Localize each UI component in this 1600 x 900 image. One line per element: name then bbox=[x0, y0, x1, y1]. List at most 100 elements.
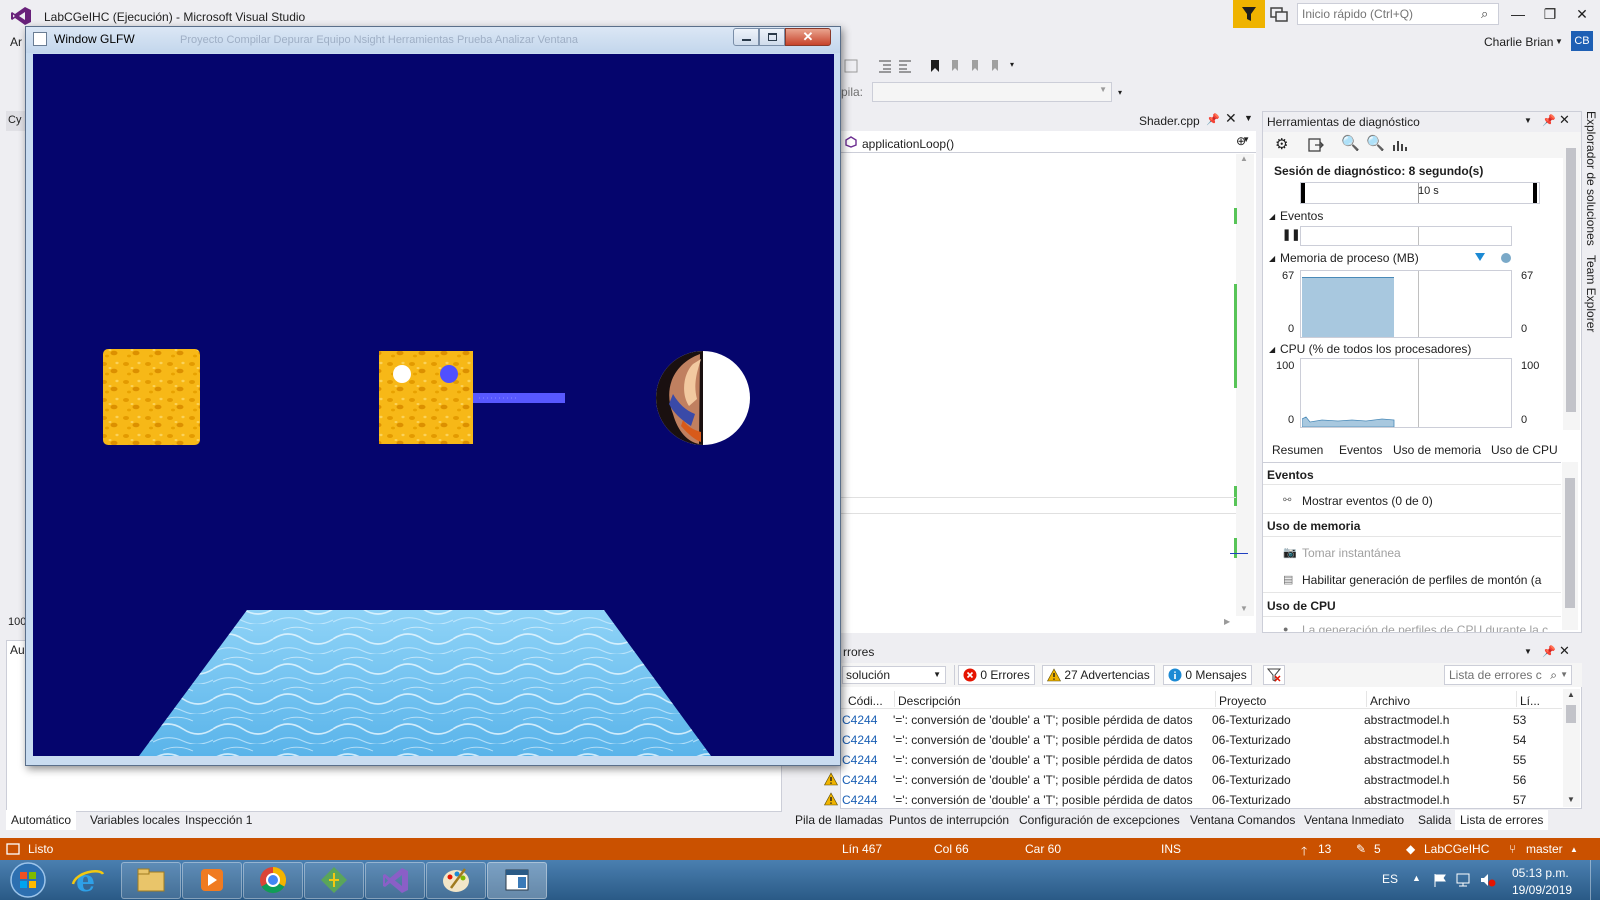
collapse-icon[interactable]: ◢ bbox=[1269, 345, 1275, 354]
zoom-level[interactable]: 100 bbox=[8, 616, 26, 628]
bookmark-prev-icon[interactable] bbox=[946, 57, 964, 75]
tab-summary[interactable]: Resumen bbox=[1267, 440, 1329, 460]
toolbar-overflow-icon[interactable]: ▾ bbox=[1118, 88, 1122, 97]
error-list-search[interactable]: Lista de errores c ⌕ ▼ bbox=[1444, 665, 1572, 685]
quick-launch-box[interactable]: ⌕ bbox=[1297, 3, 1499, 25]
solution-explorer-tab[interactable]: Explorador de soluciones bbox=[1582, 111, 1600, 251]
tab-command-window[interactable]: Ventana Comandos bbox=[1185, 810, 1300, 830]
opengl-canvas[interactable] bbox=[33, 54, 834, 756]
editor-tab-label[interactable]: Shader.cpp bbox=[1139, 114, 1200, 128]
tab-breakpoints[interactable]: Puntos de interrupción bbox=[884, 810, 1014, 830]
column-header-file[interactable]: Archivo bbox=[1370, 694, 1410, 708]
diagnostics-scrollbar[interactable] bbox=[1563, 134, 1580, 430]
tab-events[interactable]: Eventos bbox=[1334, 440, 1387, 460]
tab-output[interactable]: Salida bbox=[1413, 810, 1456, 830]
close-button[interactable]: ✕ bbox=[1567, 4, 1597, 24]
show-events-link[interactable]: Mostrar eventos (0 de 0) bbox=[1302, 494, 1433, 508]
close-icon[interactable]: ✕ bbox=[1559, 112, 1570, 128]
memory-graph[interactable] bbox=[1300, 270, 1512, 338]
glfw-minimize-button[interactable] bbox=[733, 28, 759, 46]
warnings-filter-button[interactable]: 27 Advertencias bbox=[1042, 665, 1155, 685]
clear-filter-button[interactable] bbox=[1263, 665, 1285, 685]
avatar[interactable]: CB bbox=[1571, 31, 1593, 51]
taskbar-git-tool[interactable] bbox=[304, 862, 364, 899]
error-code-link[interactable]: C4244 bbox=[842, 733, 877, 747]
quick-launch-input[interactable] bbox=[1302, 5, 1472, 23]
team-explorer-tab[interactable]: Team Explorer bbox=[1582, 255, 1600, 345]
menu-stub[interactable]: Ar bbox=[10, 35, 22, 49]
heap-profiling-checkbox[interactable]: Habilitar generación de perfiles de mont… bbox=[1302, 573, 1541, 587]
zoom-in-icon[interactable]: 🔍 bbox=[1341, 134, 1360, 152]
bookmark-clear-icon[interactable] bbox=[986, 57, 1004, 75]
tab-autos[interactable]: Automático bbox=[6, 810, 77, 830]
chevron-down-icon[interactable]: ▼ bbox=[1524, 116, 1532, 125]
taskbar-paint[interactable] bbox=[426, 862, 486, 899]
network-icon[interactable] bbox=[1455, 872, 1473, 888]
bookmark-icon[interactable] bbox=[926, 57, 944, 75]
tab-exception-settings[interactable]: Configuración de excepciones bbox=[1014, 810, 1185, 830]
chevron-down-icon[interactable]: ▼ bbox=[1555, 37, 1563, 46]
branch-name[interactable]: master bbox=[1526, 842, 1563, 856]
scroll-up-icon[interactable]: ▲ bbox=[1567, 690, 1575, 699]
error-code-link[interactable]: C4244 bbox=[842, 753, 877, 767]
chevron-down-icon[interactable]: ▼ bbox=[1244, 113, 1253, 123]
internet-explorer-icon[interactable]: e bbox=[70, 864, 106, 896]
tab-error-list[interactable]: Lista de errores bbox=[1455, 810, 1549, 830]
tab-call-stack[interactable]: Pila de llamadas bbox=[790, 810, 888, 830]
error-code-link[interactable]: C4244 bbox=[842, 713, 877, 727]
glfw-maximize-button[interactable] bbox=[759, 28, 785, 46]
column-header-description[interactable]: Descripción bbox=[898, 694, 961, 708]
error-scope-dropdown[interactable]: solución ▼ bbox=[842, 666, 946, 684]
tab-locals[interactable]: Variables locales bbox=[85, 810, 185, 830]
gear-icon[interactable]: ⚙ bbox=[1275, 135, 1288, 153]
taskbar-chrome[interactable] bbox=[243, 862, 303, 899]
clock-date[interactable]: 19/09/2019 bbox=[1512, 883, 1572, 897]
flag-icon[interactable] bbox=[1432, 872, 1448, 888]
start-button-icon[interactable] bbox=[8, 861, 48, 899]
scroll-down-icon[interactable]: ▼ bbox=[1240, 604, 1248, 613]
pause-icon[interactable]: ❚❚ bbox=[1282, 228, 1300, 241]
export-icon[interactable] bbox=[1307, 136, 1325, 154]
user-name[interactable]: Charlie Brian bbox=[1484, 35, 1553, 49]
split-editor-icon[interactable]: ⊕ bbox=[1236, 134, 1252, 150]
bookmark-next-icon[interactable] bbox=[966, 57, 984, 75]
volume-muted-icon[interactable] bbox=[1479, 872, 1497, 888]
pending-commits[interactable]: 13 bbox=[1318, 842, 1331, 856]
scroll-right-icon[interactable]: ▶ bbox=[1224, 617, 1230, 626]
zoom-out-icon[interactable]: 🔍 bbox=[1366, 134, 1385, 152]
error-code-link[interactable]: C4244 bbox=[842, 773, 877, 787]
scroll-down-icon[interactable]: ▼ bbox=[1567, 795, 1575, 804]
editor-scrollbar[interactable]: ▲ ▼ bbox=[1230, 154, 1254, 616]
chevron-down-icon[interactable]: ▼ bbox=[1524, 647, 1532, 656]
scroll-up-icon[interactable]: ▲ bbox=[1240, 154, 1248, 163]
notifications-icon[interactable] bbox=[1268, 4, 1290, 24]
function-selector[interactable]: applicationLoop() bbox=[862, 137, 954, 151]
indent-icon[interactable] bbox=[876, 57, 894, 75]
taskbar-media-player[interactable] bbox=[182, 862, 242, 899]
glfw-close-button[interactable]: ✕ bbox=[785, 28, 831, 46]
pin-icon[interactable]: 📌 bbox=[1542, 645, 1556, 658]
clock-time[interactable]: 05:13 p.m. bbox=[1512, 866, 1569, 880]
tab-cpu-usage[interactable]: Uso de CPU bbox=[1486, 440, 1563, 460]
column-header-line[interactable]: Lí... bbox=[1520, 694, 1540, 708]
show-desktop-button[interactable] bbox=[1590, 860, 1600, 900]
errors-filter-button[interactable]: 0 Errores bbox=[958, 665, 1035, 685]
tab-immediate-window[interactable]: Ventana Inmediato bbox=[1299, 810, 1409, 830]
error-list-scrollbar[interactable]: ▲ ▼ bbox=[1563, 689, 1580, 807]
chevron-up-icon[interactable]: ▲ bbox=[1570, 845, 1578, 854]
feedback-filter-button[interactable] bbox=[1233, 0, 1265, 28]
reset-zoom-icon[interactable] bbox=[1391, 136, 1409, 154]
error-code-link[interactable]: C4244 bbox=[842, 793, 877, 807]
language-indicator[interactable]: ES bbox=[1382, 872, 1398, 886]
events-track[interactable] bbox=[1300, 226, 1512, 246]
diagnostics-list-scrollbar[interactable] bbox=[1562, 462, 1578, 630]
pin-icon[interactable]: 📌 bbox=[1542, 114, 1556, 127]
outdent-icon[interactable] bbox=[896, 57, 914, 75]
chevron-up-icon[interactable]: ▲ bbox=[1412, 873, 1421, 883]
close-icon[interactable]: ✕ bbox=[1559, 643, 1570, 659]
grid-icon[interactable] bbox=[842, 57, 860, 75]
messages-filter-button[interactable]: 0 Mensajes bbox=[1163, 665, 1252, 685]
tab-memory-usage[interactable]: Uso de memoria bbox=[1388, 440, 1486, 460]
column-header-project[interactable]: Proyecto bbox=[1219, 694, 1266, 708]
repository-name[interactable]: LabCGeIHC bbox=[1424, 842, 1489, 856]
